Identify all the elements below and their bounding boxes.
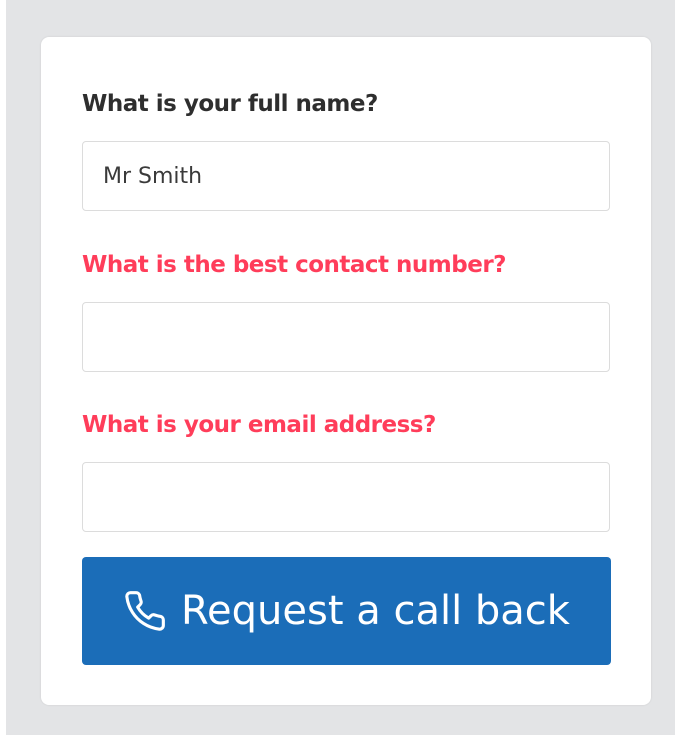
phone-icon (123, 589, 167, 633)
contact-number-input[interactable] (82, 302, 610, 372)
callback-form-card: What is your full name? What is the best… (41, 37, 651, 705)
email-address-input[interactable] (82, 462, 610, 532)
full-name-input[interactable] (82, 141, 610, 211)
request-callback-button[interactable]: Request a call back (82, 557, 611, 665)
email-address-label: What is your email address? (82, 412, 436, 438)
contact-number-label: What is the best contact number? (82, 252, 507, 278)
full-name-label: What is your full name? (82, 91, 378, 117)
page-edge (0, 0, 6, 735)
request-callback-label: Request a call back (181, 588, 570, 634)
